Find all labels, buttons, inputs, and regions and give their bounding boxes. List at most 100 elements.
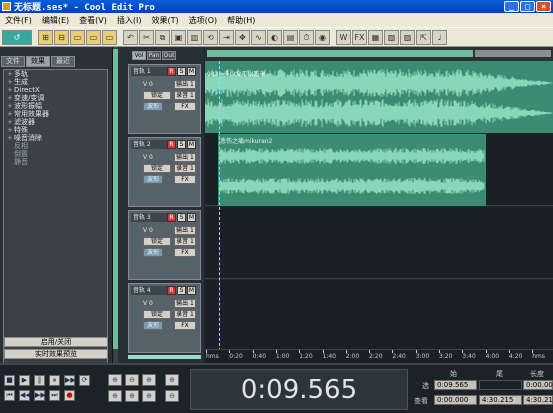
- pause-button[interactable]: ‖: [34, 375, 45, 386]
- wave-button[interactable]: 波形: [143, 175, 163, 184]
- expand-icon[interactable]: +: [7, 86, 14, 94]
- expand-icon[interactable]: +: [7, 126, 14, 134]
- expand-icon[interactable]: +: [7, 102, 14, 110]
- record-arm-button[interactable]: R: [167, 140, 176, 149]
- solo-button[interactable]: S: [177, 140, 186, 149]
- expand-icon[interactable]: +: [7, 134, 14, 142]
- fx-button[interactable]: FX: [174, 248, 196, 257]
- output-button[interactable]: 输出 1: [174, 153, 196, 162]
- track-lane-4[interactable]: [205, 280, 553, 352]
- fx-icon[interactable]: FX: [352, 29, 367, 45]
- save-icon[interactable]: ▭: [70, 29, 85, 45]
- track-name[interactable]: 音轨 4: [131, 286, 169, 295]
- track-lane-2[interactable]: 悲伤之痛mikuran2: [205, 134, 553, 206]
- stop-button[interactable]: ■: [4, 375, 15, 386]
- maximize-button[interactable]: □: [520, 1, 535, 12]
- menu-view[interactable]: 查看(V): [74, 15, 112, 26]
- record-input-button[interactable]: 录音 1: [174, 164, 196, 173]
- view-end-field[interactable]: 4:30.215: [479, 395, 522, 405]
- mixer-icon[interactable]: ▤: [283, 29, 298, 45]
- playhead-cursor[interactable]: [219, 61, 220, 361]
- go-to-end-button[interactable]: ⏭: [49, 390, 60, 401]
- tree-item[interactable]: +特殊: [4, 126, 107, 134]
- realtime-preview-button[interactable]: 实时效果预览: [4, 349, 108, 359]
- tree-item[interactable]: +滤波器: [4, 118, 107, 126]
- expand-icon[interactable]: +: [7, 118, 14, 126]
- record-input-button[interactable]: 录音 1: [174, 91, 196, 100]
- wave-button[interactable]: 波形: [143, 321, 163, 330]
- lock-button[interactable]: 锁定: [143, 237, 171, 246]
- new-icon[interactable]: ⊞: [38, 29, 53, 45]
- track-name[interactable]: 音轨 2: [131, 140, 169, 149]
- mute-button[interactable]: M: [187, 140, 196, 149]
- apply-toggle-button[interactable]: 启用/关闭: [4, 337, 108, 347]
- output-button[interactable]: 输出 1: [174, 226, 196, 235]
- tab-files[interactable]: 文件: [1, 56, 25, 67]
- mix-paste-icon[interactable]: ▥: [187, 29, 202, 45]
- tab-effects[interactable]: 效果: [26, 56, 50, 67]
- overview-ruler[interactable]: [205, 47, 553, 61]
- track-lane-1[interactable]: 003=多少爱可以重来: [205, 61, 553, 133]
- menu-file[interactable]: 文件(F): [0, 15, 37, 26]
- tree-item[interactable]: 反相: [4, 142, 107, 150]
- expand-icon[interactable]: +: [7, 70, 14, 78]
- track-header-1[interactable]: 音轨 1RSM V 0 输出 1 锁定 录音 1 波形 FX: [128, 64, 201, 134]
- spectrum-icon[interactable]: ▦: [368, 29, 383, 45]
- rewind-button[interactable]: ◀◀: [19, 390, 31, 401]
- go-to-start-button[interactable]: ⏮: [4, 390, 15, 401]
- output-button[interactable]: 输出 1: [174, 80, 196, 89]
- view-length-field[interactable]: 4:30.215: [523, 395, 553, 405]
- tree-item[interactable]: 倒置: [4, 150, 107, 158]
- waveform-toggle-icon[interactable]: ↺: [2, 29, 32, 45]
- lock-button[interactable]: 锁定: [143, 91, 171, 100]
- expand-icon[interactable]: +: [7, 78, 14, 86]
- open-icon[interactable]: ⊟: [54, 29, 69, 45]
- menu-edit[interactable]: 编辑(E): [37, 15, 74, 26]
- menu-options[interactable]: 选项(O): [184, 15, 223, 26]
- fx-button[interactable]: FX: [174, 102, 196, 111]
- mute-button[interactable]: M: [187, 286, 196, 295]
- track-header-4[interactable]: 音轨 4RSM V 0 输出 1 锁定 录音 1 波形 FX: [128, 283, 201, 353]
- envelope-icon[interactable]: ∿: [251, 29, 266, 45]
- volume-readout[interactable]: V 0: [143, 80, 153, 89]
- menu-insert[interactable]: 插入(I): [112, 15, 147, 26]
- record-arm-button[interactable]: R: [167, 286, 176, 295]
- tab-out[interactable]: Out: [162, 51, 176, 60]
- record-arm-button[interactable]: R: [167, 67, 176, 76]
- tab-pan[interactable]: Pan: [147, 51, 161, 60]
- move-icon[interactable]: ✥: [235, 29, 250, 45]
- sel-begin-field[interactable]: 0:09.565: [434, 380, 477, 390]
- save-all-icon[interactable]: ▭: [86, 29, 101, 45]
- close-button[interactable]: ×: [536, 1, 551, 12]
- fast-forward-button[interactable]: ▶▶: [34, 390, 46, 401]
- track-icon[interactable]: ▧: [384, 29, 399, 45]
- expand-icon[interactable]: +: [7, 110, 14, 118]
- zoom-in-horizontal-button[interactable]: ⊕: [108, 374, 122, 386]
- record-arm-button[interactable]: R: [167, 213, 176, 222]
- time-ruler[interactable]: hms 0:20 0:40 1:00 1:20 1:40 2:00 2:20 2:40 3:00 3…: [205, 349, 553, 363]
- tree-item[interactable]: 静音: [4, 158, 107, 166]
- menu-help[interactable]: 帮助(H): [222, 15, 260, 26]
- play-button[interactable]: ▶: [19, 375, 30, 386]
- track-name[interactable]: 音轨 1: [131, 67, 169, 76]
- play-looped-button[interactable]: ▶▶: [64, 375, 76, 386]
- tree-item[interactable]: +噪音消除: [4, 134, 107, 142]
- lock-button[interactable]: 锁定: [143, 164, 171, 173]
- sel-end-field[interactable]: [479, 380, 522, 390]
- zoom-left-button[interactable]: ⊕: [108, 390, 122, 402]
- solo-button[interactable]: S: [177, 67, 186, 76]
- minimize-button[interactable]: _: [504, 1, 519, 12]
- copy-icon[interactable]: ⧉: [155, 29, 170, 45]
- record-input-button[interactable]: 录音 1: [174, 237, 196, 246]
- cursor-icon[interactable]: ⇱: [416, 29, 431, 45]
- tree-item[interactable]: +变速/变调: [4, 94, 107, 102]
- track-header-3[interactable]: 音轨 3RSM V 0 输出 1 锁定 录音 1 波形 FX: [128, 210, 201, 280]
- tab-vol[interactable]: Vol: [132, 51, 146, 60]
- expand-icon[interactable]: +: [7, 94, 14, 102]
- track-lane-3[interactable]: [205, 207, 553, 279]
- time-stretch-icon[interactable]: ⏱: [299, 29, 314, 45]
- mute-button[interactable]: M: [187, 67, 196, 76]
- view-begin-field[interactable]: 0:00.000: [434, 395, 477, 405]
- multitrack-view[interactable]: 003=多少爱可以重来 悲伤之痛mikuran2 hms 0:20 0:40 1:00…: [205, 47, 553, 363]
- select-icon[interactable]: ⇥: [219, 29, 234, 45]
